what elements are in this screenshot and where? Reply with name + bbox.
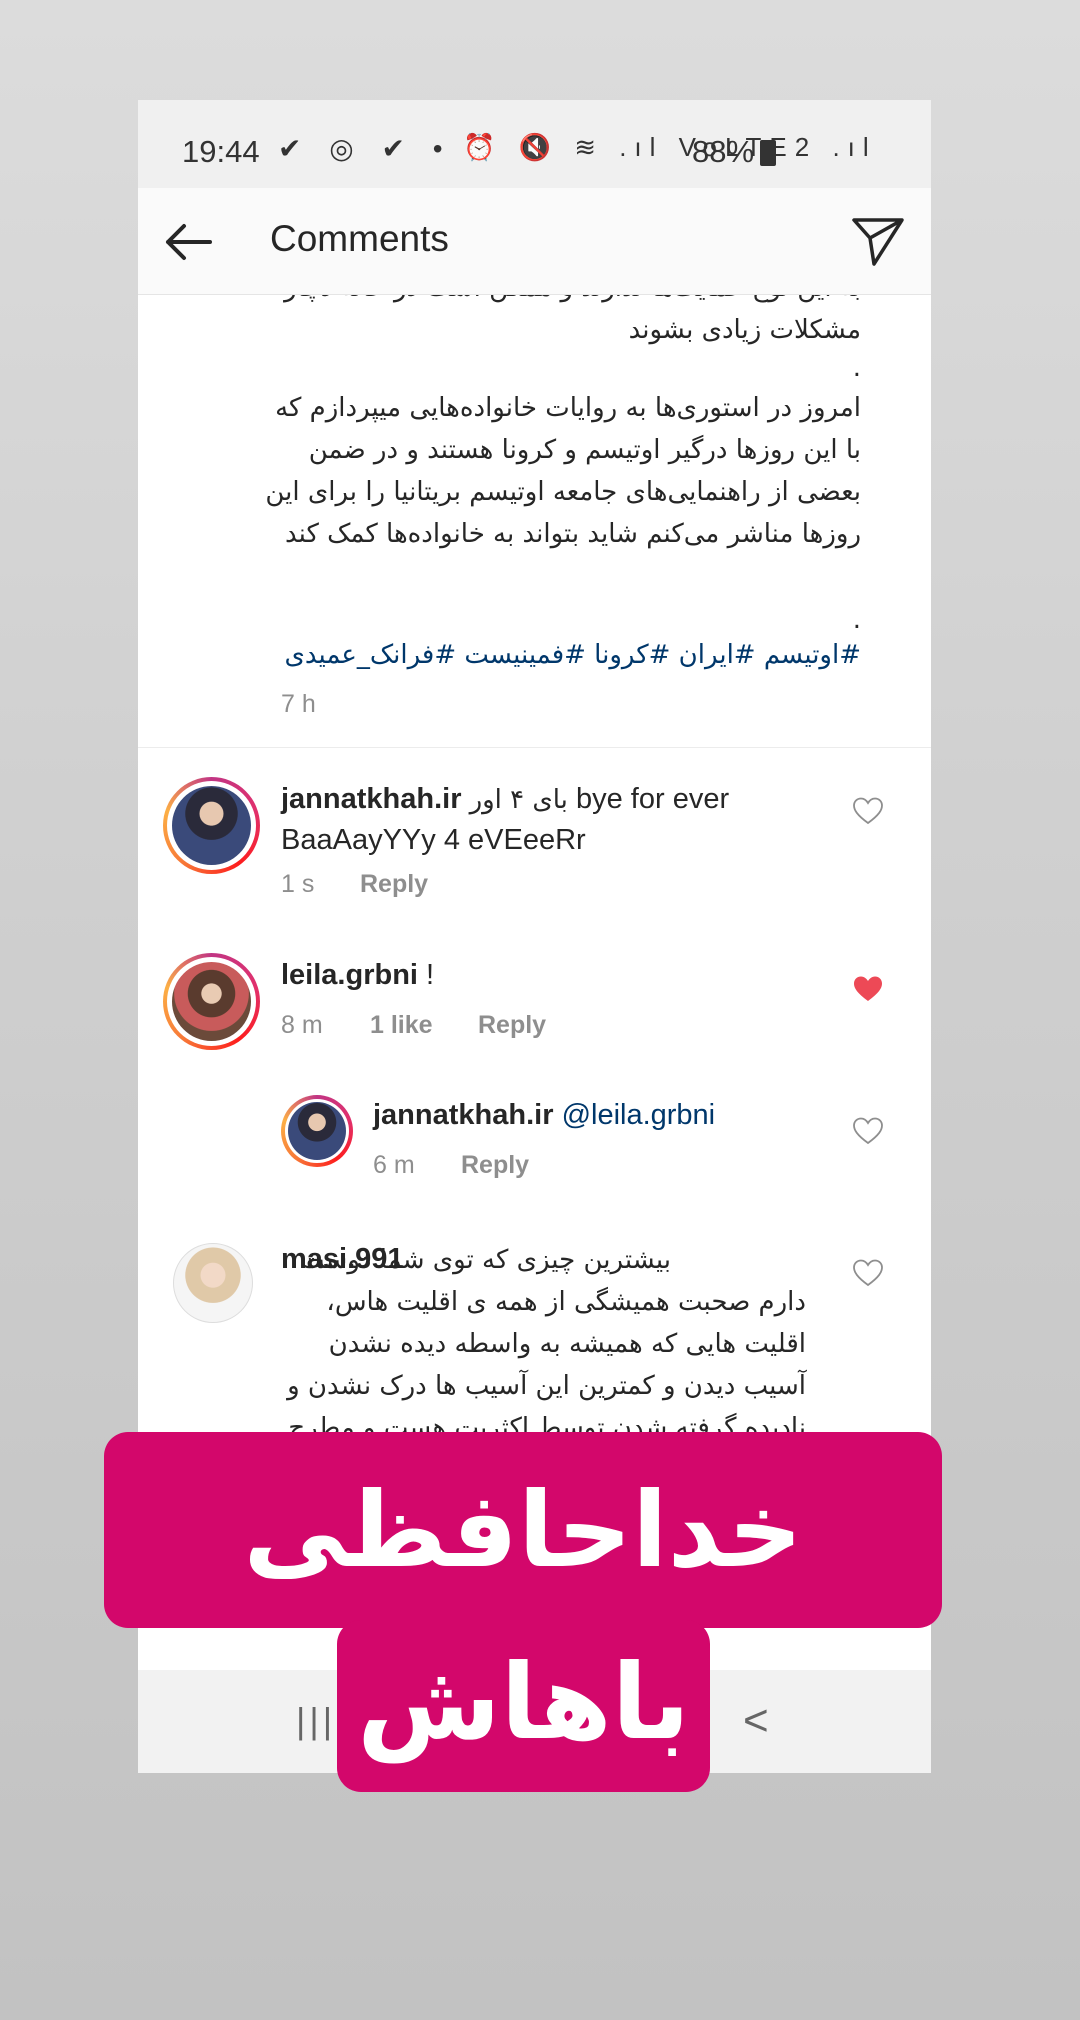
caption-text-top: به این نوع حمایت‌ها ندارند و ممکن است در… [284, 295, 861, 345]
reply-button[interactable]: Reply [360, 870, 428, 899]
avatar[interactable] [281, 1095, 353, 1167]
heart-icon[interactable] [853, 797, 883, 825]
comment-text: ! [426, 959, 435, 991]
avatar[interactable] [163, 953, 260, 1050]
paper-plane-icon[interactable] [850, 212, 906, 268]
caption-hashtags[interactable]: #اوتیسم #ایران #کرونا #فمینیست #فرانک_عم… [261, 634, 861, 676]
story-text-sticker: باهاش [337, 1620, 710, 1792]
comment-time: 1 s [281, 870, 315, 898]
battery-percentage: 88% [692, 134, 755, 169]
comment-body: leila.grbni ! [281, 955, 821, 995]
caption-time: 7 h [281, 690, 316, 718]
comment-username[interactable]: jannatkhah.ir [281, 783, 462, 815]
caption-dot: . [852, 353, 861, 383]
notification-icons: ✔ ◎ ✔ • [278, 133, 453, 164]
clock: 19:44 [182, 134, 260, 169]
comment-text: bye for ever [575, 783, 730, 815]
mention-link[interactable]: @leila.grbni [562, 1099, 716, 1131]
story-text-sticker: خداحافظی کردم [104, 1432, 942, 1787]
page-title: Comments [270, 218, 449, 259]
avatar[interactable] [173, 1243, 253, 1323]
app-bar: Comments [138, 188, 931, 295]
battery-icon [760, 140, 776, 166]
heart-icon[interactable] [853, 1117, 883, 1145]
comment-username[interactable]: leila.grbni [281, 959, 418, 991]
comment-text-rtl: بای ۴ اور [469, 785, 568, 815]
caption-paragraph: امروز در استوری‌ها به روایات خانواده‌های… [265, 393, 861, 549]
comment-text-line2: BaaAayYYy 4 eVEeeRr [281, 824, 586, 856]
status-bar: 19:44 ✔ ◎ ✔ • ⏰ 🔇 ≋ .ıl VoLTE2 .ıl 88% [138, 100, 931, 188]
comment-body: jannatkhah.ir بای ۴ اور bye for ever Baa… [281, 779, 821, 860]
system-back-button[interactable]: < [743, 1696, 769, 1746]
likes-count[interactable]: 1 like [370, 1011, 433, 1040]
recents-button[interactable]: ||| [296, 1700, 336, 1742]
comment-username[interactable]: jannatkhah.ir [373, 1099, 554, 1131]
comment-time: 6 m [373, 1151, 415, 1179]
reply-body: jannatkhah.ir @leila.grbni [373, 1095, 823, 1135]
heart-filled-icon[interactable] [853, 975, 883, 1003]
reply-button[interactable]: Reply [478, 1011, 546, 1040]
comment-text: بیشترین چیزی که توی شما دوست دارم صحبت ه… [287, 1245, 806, 1443]
system-status-icons: ⏰ 🔇 ≋ .ıl VoLTE2 .ıl [463, 132, 877, 162]
comment-time: 8 m [281, 1011, 323, 1039]
arrow-left-icon[interactable] [160, 214, 216, 270]
avatar[interactable] [163, 777, 260, 874]
reply-button[interactable]: Reply [461, 1151, 529, 1180]
divider [138, 747, 931, 748]
heart-icon[interactable] [853, 1259, 883, 1287]
